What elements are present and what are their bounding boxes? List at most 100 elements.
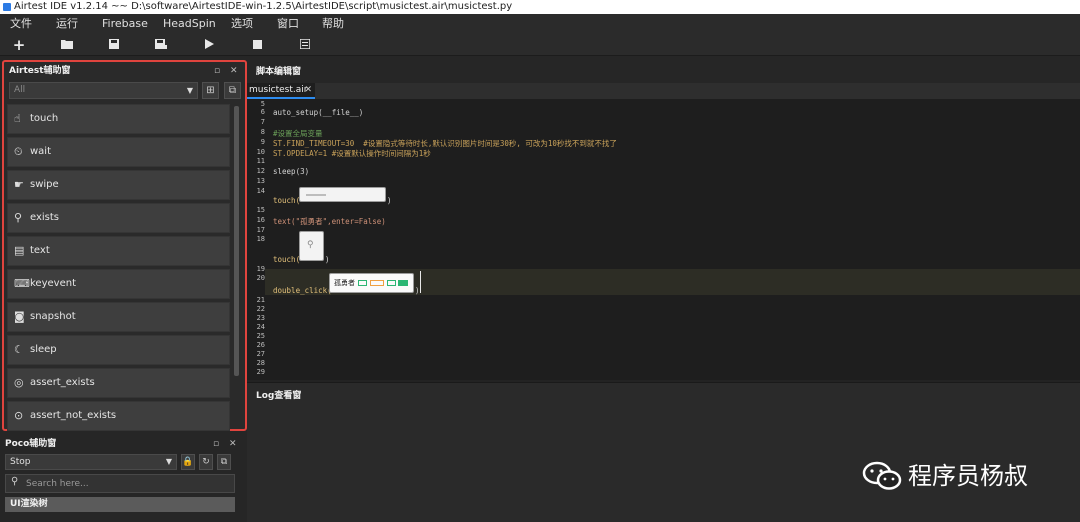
paren-close: ) xyxy=(387,196,392,205)
open-icon[interactable] xyxy=(59,37,75,53)
refresh-icon[interactable]: ↻ xyxy=(199,454,213,470)
search-icon: ⚲ xyxy=(11,476,19,487)
log-panel-title: Log查看窗 xyxy=(247,382,1080,408)
command-wait[interactable]: ⏲ wait xyxy=(7,137,230,167)
menu-run[interactable]: 运行 xyxy=(56,14,78,34)
menu-firebase[interactable]: Firebase xyxy=(102,14,148,34)
placeholder-bar xyxy=(306,194,326,196)
line-number: 20 xyxy=(256,274,265,282)
tab-musictest[interactable]: musictest.air ✕ xyxy=(247,83,315,99)
watermark-text: 程序员杨叔 xyxy=(908,462,1028,490)
lock-icon[interactable]: 🔒 xyxy=(181,454,195,470)
line-number: 17 xyxy=(256,226,265,234)
line-number: 25 xyxy=(256,332,265,340)
command-exists[interactable]: ⚲ exists xyxy=(7,203,230,233)
close-icon[interactable]: ✕ xyxy=(229,435,237,453)
save-icon[interactable] xyxy=(106,37,122,53)
tab-label: musictest.air xyxy=(249,85,308,95)
left-dock: Airtest辅助窗 ▫ ✕ All ▼ ⊞ ⧉ ☝ touch ⏲ wait … xyxy=(0,56,247,522)
command-assert-exists[interactable]: ◎ assert_exists xyxy=(7,368,230,398)
ui-render-tree-header[interactable]: UI渲染树 xyxy=(5,497,235,512)
app-icon xyxy=(3,3,11,11)
code-editor[interactable]: 5 6 7 8 9 10 11 12 13 14 15 16 17 18 19 … xyxy=(247,99,1080,380)
close-icon[interactable]: ✕ xyxy=(304,83,312,97)
menu-options[interactable]: 选项 xyxy=(231,14,253,34)
line-number: 11 xyxy=(256,157,265,165)
menu-file[interactable]: 文件 xyxy=(10,14,32,34)
hand-icon: ☝ xyxy=(14,112,21,125)
menu-help[interactable]: 帮助 xyxy=(322,14,344,34)
line-number: 5 xyxy=(260,100,265,108)
code-line: sleep(3) xyxy=(273,167,310,176)
new-icon[interactable]: + xyxy=(11,37,27,53)
command-label: assert_exists xyxy=(30,377,95,388)
line-number: 14 xyxy=(256,187,265,195)
text-cursor xyxy=(420,271,421,293)
airtest-assistant-panel: Airtest辅助窗 ▫ ✕ All ▼ ⊞ ⧉ ☝ touch ⏲ wait … xyxy=(2,60,247,431)
image-template-search-bar[interactable] xyxy=(299,187,386,202)
record-icon[interactable]: ⧉ xyxy=(224,82,241,99)
close-icon[interactable]: ✕ xyxy=(230,62,238,80)
float-icon[interactable]: ▫ xyxy=(213,435,219,453)
command-text[interactable]: ▤ text xyxy=(7,236,230,266)
image-template-song-row[interactable]: 孤勇者 xyxy=(329,273,414,293)
badge-icon xyxy=(370,280,384,286)
line-number: 21 xyxy=(256,296,265,304)
filter-row: All ▼ ⊞ ⧉ xyxy=(7,82,245,100)
image-template-search-icon[interactable]: ⚲ xyxy=(299,231,324,261)
command-label: touch xyxy=(30,113,59,124)
poco-panel-title: Poco辅助窗 xyxy=(5,439,57,449)
moon-icon: ☾ xyxy=(14,343,24,356)
command-label: snapshot xyxy=(30,311,76,322)
command-assert-not-exists[interactable]: ⊙ assert_not_exists xyxy=(7,401,230,431)
float-icon[interactable]: ▫ xyxy=(214,62,220,80)
poco-mode-select[interactable]: Stop ▼ xyxy=(5,454,177,470)
line-number: 23 xyxy=(256,314,265,322)
window-title: Airtest IDE v1.2.14 ~~ D:\software\Airte… xyxy=(14,1,513,12)
command-keyevent[interactable]: ⌨ keyevent xyxy=(7,269,230,299)
chevron-down-icon: ▼ xyxy=(186,86,193,95)
line-number: 16 xyxy=(256,216,265,224)
menu-window[interactable]: 窗口 xyxy=(277,14,299,34)
editor-panel-title: 脚本编辑窗 xyxy=(256,67,302,77)
menu-headspin[interactable]: HeadSpin xyxy=(163,14,216,34)
command-label: swipe xyxy=(30,179,59,190)
command-list-scrollbar[interactable] xyxy=(234,106,239,376)
command-label: assert_not_exists xyxy=(30,410,117,421)
paren-close: ) xyxy=(325,255,330,264)
add-image-icon[interactable]: ⊞ xyxy=(202,82,219,99)
badge-icon xyxy=(398,280,408,286)
command-touch[interactable]: ☝ touch xyxy=(7,104,230,134)
line-number: 7 xyxy=(260,118,265,126)
airtest-panel-header: Airtest辅助窗 ▫ ✕ xyxy=(4,62,245,80)
line-number: 15 xyxy=(256,206,265,214)
song-title-snippet: 孤勇者 xyxy=(334,279,355,287)
save-as-icon[interactable] xyxy=(153,37,169,53)
poco-mode-value: Stop xyxy=(10,457,31,467)
line-number: 19 xyxy=(256,265,265,273)
code-line: text("孤勇者",enter=False) xyxy=(273,217,386,226)
log-icon[interactable] xyxy=(297,37,313,53)
line-number: 27 xyxy=(256,350,265,358)
poco-assistant-panel: Poco辅助窗 ▫ ✕ Stop ▼ 🔒 ↻ ⧉ ⚲ UI渲染树 xyxy=(0,435,247,522)
script-editor-panel: 脚本编辑窗 musictest.air ✕ 5 6 7 8 9 10 11 12… xyxy=(247,56,1080,380)
target-icon: ◎ xyxy=(14,376,24,389)
record-icon[interactable]: ⧉ xyxy=(217,454,231,470)
line-number: 10 xyxy=(256,148,265,156)
stop-icon[interactable] xyxy=(249,37,265,53)
command-swipe[interactable]: ☛ swipe xyxy=(7,170,230,200)
command-label: keyevent xyxy=(30,278,76,289)
menu-bar: 文件 运行 Firebase HeadSpin 选项 窗口 帮助 xyxy=(0,14,1080,34)
keyboard-icon: ⌨ xyxy=(14,277,30,290)
poco-search-input[interactable] xyxy=(26,477,226,491)
command-sleep[interactable]: ☾ sleep xyxy=(7,335,230,365)
toolbar: + xyxy=(0,34,1080,56)
command-snapshot[interactable]: ◙ snapshot xyxy=(7,302,230,332)
line-number: 6 xyxy=(260,108,265,116)
command-filter-select[interactable]: All ▼ xyxy=(9,82,198,99)
poco-panel-header: Poco辅助窗 ▫ ✕ xyxy=(0,435,247,453)
command-label: sleep xyxy=(30,344,57,355)
text-icon: ▤ xyxy=(14,244,25,257)
line-number: 28 xyxy=(256,359,265,367)
run-icon[interactable] xyxy=(201,37,217,53)
